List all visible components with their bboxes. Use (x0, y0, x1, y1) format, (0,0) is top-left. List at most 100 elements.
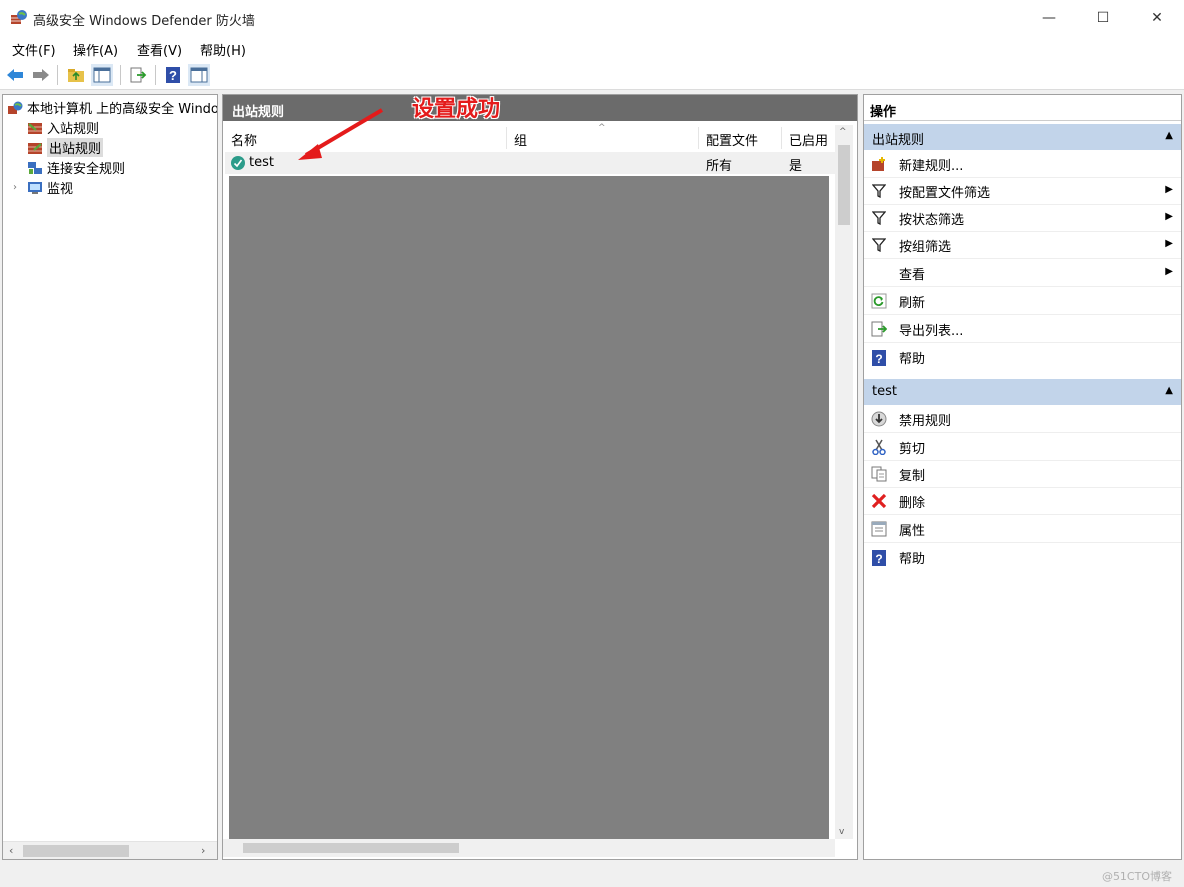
action-properties[interactable]: 属性 (864, 516, 1181, 543)
scroll-down-icon[interactable]: v (839, 827, 844, 837)
menu-help[interactable]: 帮助(H) (200, 40, 246, 59)
expand-chevron-icon[interactable]: › (13, 182, 27, 193)
scissors-icon (871, 439, 887, 455)
tree-item-monitoring[interactable]: › 监视 (13, 178, 73, 197)
window-title: 高级安全 Windows Defender 防火墙 (33, 14, 255, 29)
copy-icon (871, 466, 887, 482)
tree-horizontal-scrollbar[interactable]: ‹ › (3, 841, 217, 859)
tree-root[interactable]: 本地计算机 上的高级安全 Windows Defender 防火墙 (7, 98, 217, 117)
action-label: 复制 (899, 468, 926, 484)
scrollbar-thumb[interactable] (243, 843, 459, 853)
tree-item-outbound-rules[interactable]: 出站规则 (27, 138, 104, 157)
action-cut[interactable]: 剪切 (864, 434, 1181, 461)
sort-caret-icon: ^ (598, 123, 606, 133)
help-icon: ? (166, 67, 180, 83)
action-pane-icon (190, 67, 208, 83)
action-view[interactable]: 查看 ▶ (864, 260, 1181, 287)
svg-text:?: ? (875, 552, 882, 566)
action-new-rule[interactable]: 新建规则... (864, 151, 1181, 178)
help-button[interactable]: ? (162, 64, 184, 86)
section-header-label: test (872, 384, 897, 399)
export-icon (871, 321, 887, 337)
tree-item-inbound-rules[interactable]: 入站规则 (27, 118, 99, 137)
annotation-arrow-icon (298, 108, 384, 160)
tree-item-connection-security-rules[interactable]: 连接安全规则 (27, 158, 125, 177)
close-button[interactable]: ✕ (1134, 0, 1180, 36)
action-copy[interactable]: 复制 (864, 461, 1181, 488)
forward-button[interactable] (30, 64, 52, 86)
export-icon (130, 67, 147, 83)
action-label: 按配置文件筛选 (899, 185, 991, 201)
console-tree: 本地计算机 上的高级安全 Windows Defender 防火墙 入站规则 出… (2, 94, 218, 860)
rule-enabled-check-icon (231, 156, 245, 170)
actions-pane-title: 操作 (864, 95, 1181, 121)
submenu-arrow-icon: ▶ (1165, 238, 1173, 249)
annotation-text: 设置成功 (412, 97, 501, 122)
action-help[interactable]: ? 帮助 (864, 344, 1181, 371)
menu-file[interactable]: 文件(F) (12, 40, 56, 59)
submenu-arrow-icon: ▶ (1165, 266, 1173, 277)
action-disable-rule[interactable]: 禁用规则 (864, 406, 1181, 433)
action-label: 按组筛选 (899, 239, 952, 255)
action-label: 剪切 (899, 441, 926, 457)
collapse-caret-icon[interactable]: ▲ (1165, 385, 1173, 396)
column-header-profile[interactable]: 配置文件 (700, 127, 782, 149)
menu-view[interactable]: 查看(V) (137, 40, 182, 59)
scroll-right-icon[interactable]: › (201, 844, 205, 857)
disable-rule-icon (871, 411, 887, 427)
refresh-icon (871, 293, 887, 309)
collapse-caret-icon[interactable]: ▲ (1165, 130, 1173, 141)
action-filter-by-state[interactable]: 按状态筛选 ▶ (864, 205, 1181, 232)
toolbar-separator (120, 65, 121, 85)
scroll-left-icon[interactable]: ‹ (9, 844, 13, 857)
monitoring-icon (28, 181, 42, 194)
console-tree-icon (93, 67, 111, 83)
action-label: 属性 (899, 523, 926, 539)
show-hide-console-tree-button[interactable] (91, 64, 113, 86)
firewall-app-icon (11, 10, 27, 24)
status-bar: @51CTO博客 (0, 862, 1184, 887)
rule-name-cell: test (249, 155, 274, 170)
scroll-up-icon[interactable]: ^ (839, 127, 847, 137)
connection-security-icon (28, 161, 42, 174)
action-filter-by-group[interactable]: 按组筛选 ▶ (864, 232, 1181, 259)
action-label: 查看 (899, 267, 926, 283)
scrollbar-thumb[interactable] (23, 845, 129, 857)
up-folder-button[interactable] (65, 64, 87, 86)
svg-text:?: ? (169, 68, 177, 83)
action-export-list[interactable]: 导出列表... (864, 316, 1181, 343)
action-label: 刷新 (899, 295, 926, 311)
action-delete[interactable]: 删除 (864, 488, 1181, 515)
menu-bar: 文件(F) 操作(A) 查看(V) 帮助(H) (0, 36, 1184, 60)
redacted-area (229, 176, 829, 856)
results-vertical-scrollbar[interactable]: ^ v (835, 125, 853, 839)
menu-action[interactable]: 操作(A) (73, 40, 118, 59)
action-label: 按状态筛选 (899, 212, 965, 228)
actions-section-outbound-rules[interactable]: 出站规则 ▲ (864, 124, 1181, 150)
action-label: 帮助 (899, 352, 926, 367)
column-header-enabled[interactable]: 已启用 (783, 127, 835, 149)
actions-section-selected-rule[interactable]: test ▲ (864, 379, 1181, 405)
back-button[interactable] (4, 64, 26, 86)
delete-x-icon (871, 493, 887, 509)
results-pane: 出站规则 名称 组 ^ 配置文件 已启用 test 所有 是 ^ v (222, 94, 858, 860)
properties-icon (871, 521, 887, 537)
maximize-button[interactable]: ☐ (1080, 0, 1126, 36)
action-label: 帮助 (899, 552, 926, 567)
action-refresh[interactable]: 刷新 (864, 288, 1181, 315)
toolbar-separator (57, 65, 58, 85)
tree-item-label: 入站规则 (47, 122, 100, 137)
filter-icon (871, 210, 887, 226)
action-filter-by-profile[interactable]: 按配置文件筛选 ▶ (864, 178, 1181, 205)
show-hide-action-pane-button[interactable] (188, 64, 210, 86)
scrollbar-thumb[interactable] (838, 145, 850, 225)
tree-item-label: 出站规则 (47, 138, 104, 157)
tree-item-label: 连接安全规则 (47, 162, 126, 177)
actions-pane: 操作 出站规则 ▲ 新建规则... 按配置文件筛选 ▶ 按状态筛选 ▶ 按组筛选… (863, 94, 1182, 860)
minimize-button[interactable]: — (1026, 0, 1072, 36)
results-horizontal-scrollbar[interactable] (223, 839, 835, 857)
inbound-rules-icon (28, 122, 42, 134)
action-help-selected[interactable]: ? 帮助 (864, 544, 1181, 571)
export-list-button[interactable] (127, 64, 149, 86)
blank-icon (871, 265, 887, 281)
